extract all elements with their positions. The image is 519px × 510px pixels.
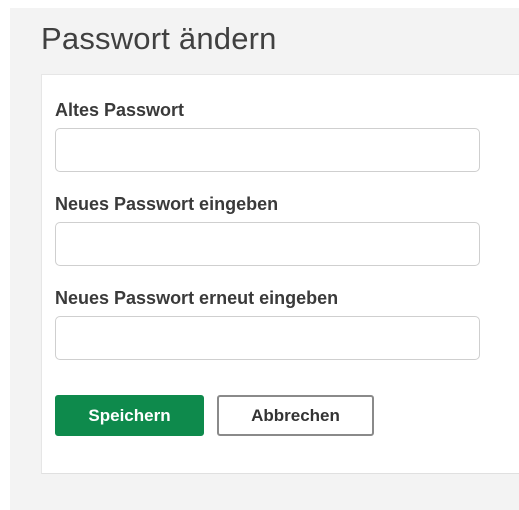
cancel-button[interactable]: Abbrechen [217,395,374,436]
confirm-password-input[interactable] [55,316,480,360]
old-password-label: Altes Passwort [55,100,185,120]
page: Passwort ändern Altes Passwort Neues Pas… [0,0,519,510]
confirm-password-field: Neues Passwort erneut eingeben [55,287,480,360]
new-password-label: Neues Passwort eingeben [55,194,279,214]
save-button[interactable]: Speichern [55,395,204,436]
old-password-input[interactable] [55,128,480,172]
new-password-field: Neues Passwort eingeben [55,193,480,266]
confirm-password-label: Neues Passwort erneut eingeben [55,288,339,308]
old-password-field: Altes Passwort [55,99,480,172]
new-password-input[interactable] [55,222,480,266]
page-title: Passwort ändern [41,21,277,56]
change-password-form: Altes Passwort Neues Passwort eingeben N… [41,74,519,474]
